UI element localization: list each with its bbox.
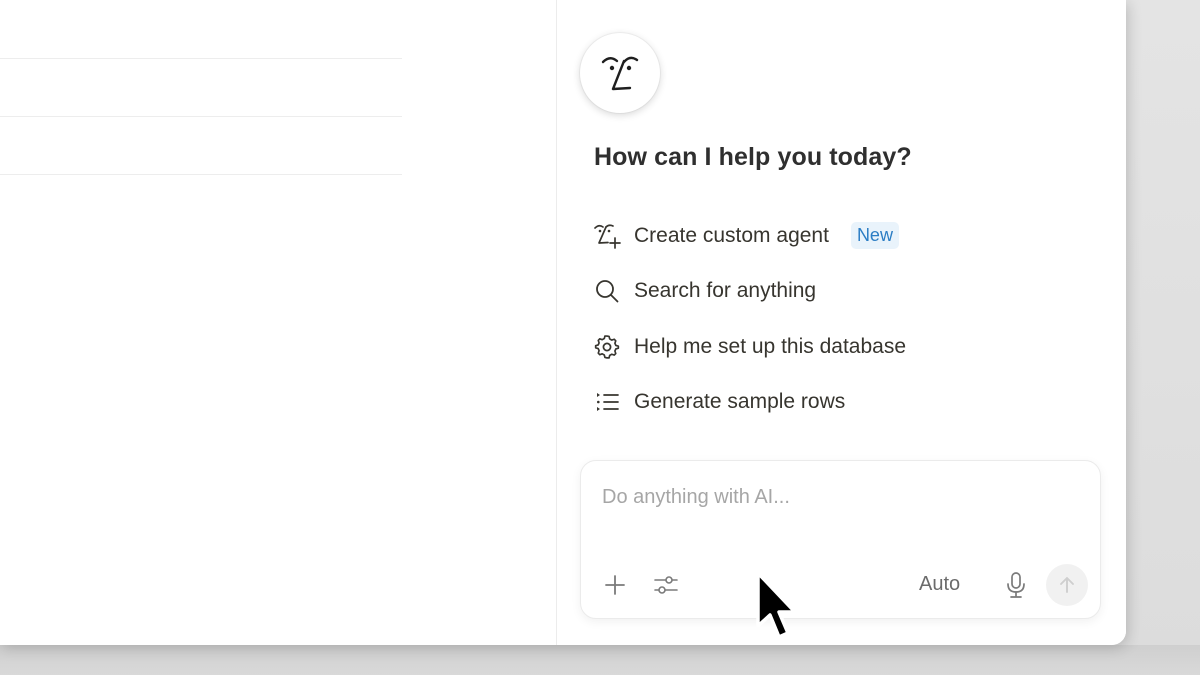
microphone-icon — [1007, 572, 1025, 598]
model-selector[interactable]: Auto — [919, 573, 960, 596]
ai-assistant-panel: How can I help you today? Create custom … — [557, 0, 1126, 645]
database-view — [0, 0, 557, 645]
ai-composer: Auto — [580, 460, 1101, 619]
table-row[interactable] — [0, 58, 402, 117]
arrow-up-icon — [1060, 577, 1074, 593]
new-badge: New — [850, 222, 899, 250]
plus-icon — [605, 575, 625, 595]
ai-avatar — [580, 33, 660, 113]
app-window: How can I help you today? Create custom … — [0, 0, 1126, 645]
suggestion-search-for-anything[interactable]: Search for anything — [594, 264, 1094, 320]
agent-plus-icon — [592, 221, 622, 251]
voice-input-button[interactable] — [999, 568, 1033, 602]
desktop-backdrop — [0, 645, 1200, 675]
table-row[interactable] — [0, 0, 402, 59]
list-icon — [592, 387, 622, 417]
suggestion-help-set-up-database[interactable]: Help me set up this database — [594, 319, 1094, 375]
ai-face-icon — [601, 56, 639, 91]
suggestion-create-custom-agent[interactable]: Create custom agent New — [594, 208, 1094, 264]
table-row[interactable] — [0, 116, 402, 175]
gear-icon — [592, 332, 622, 362]
ai-prompt-input[interactable] — [602, 481, 1072, 513]
sliders-icon — [654, 576, 678, 594]
settings-sliders-button[interactable] — [649, 568, 683, 602]
page-title: How can I help you today? — [594, 143, 912, 171]
suggestion-label: Generate sample rows — [634, 390, 846, 414]
suggestion-label: Create custom agent — [634, 223, 829, 247]
suggestion-label: Help me set up this database — [634, 334, 906, 358]
add-attachment-button[interactable] — [598, 568, 632, 602]
send-button[interactable] — [1046, 564, 1088, 606]
search-icon — [592, 276, 622, 306]
suggestion-label: Search for anything — [634, 279, 817, 303]
suggestion-generate-sample-rows[interactable]: Generate sample rows — [594, 375, 1094, 431]
suggestion-list: Create custom agent New Search for anyth… — [594, 208, 1094, 430]
